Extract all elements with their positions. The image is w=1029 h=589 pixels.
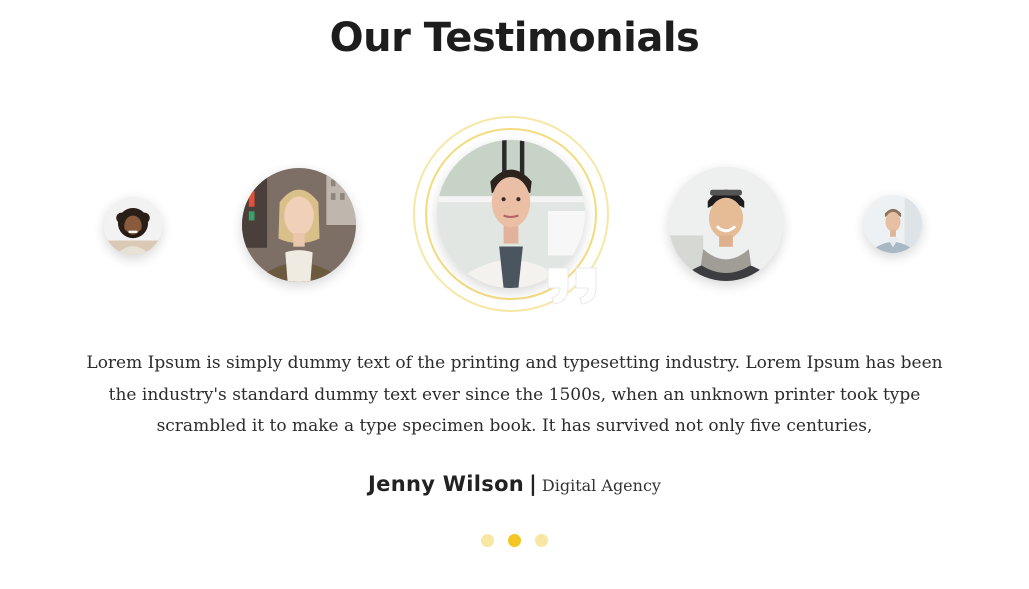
section-title-highlight: Testimonials bbox=[423, 15, 700, 61]
pagination-dot-1[interactable] bbox=[481, 534, 494, 547]
pagination-dots bbox=[0, 534, 1029, 547]
author-separator: | bbox=[529, 472, 537, 496]
section-title-highlight-wrap: Testimonials bbox=[423, 10, 700, 66]
section-title-prefix: Our bbox=[329, 15, 411, 61]
avatar-1[interactable] bbox=[104, 197, 162, 255]
author-name: Jenny Wilson bbox=[368, 472, 525, 496]
author-company: Digital Agency bbox=[541, 476, 661, 495]
quote-icon bbox=[544, 262, 602, 308]
testimonial-text: Lorem Ipsum is simply dummy text of the … bbox=[86, 353, 943, 436]
pagination-dot-2-active[interactable] bbox=[508, 534, 521, 547]
testimonial-author: Jenny Wilson | Digital Agency bbox=[0, 472, 1029, 496]
section-title: Our Testimonials bbox=[0, 10, 1029, 66]
pagination-dot-3[interactable] bbox=[535, 534, 548, 547]
avatar-4[interactable] bbox=[669, 167, 783, 281]
avatar-2[interactable] bbox=[242, 168, 356, 282]
avatar-5[interactable] bbox=[864, 195, 922, 253]
